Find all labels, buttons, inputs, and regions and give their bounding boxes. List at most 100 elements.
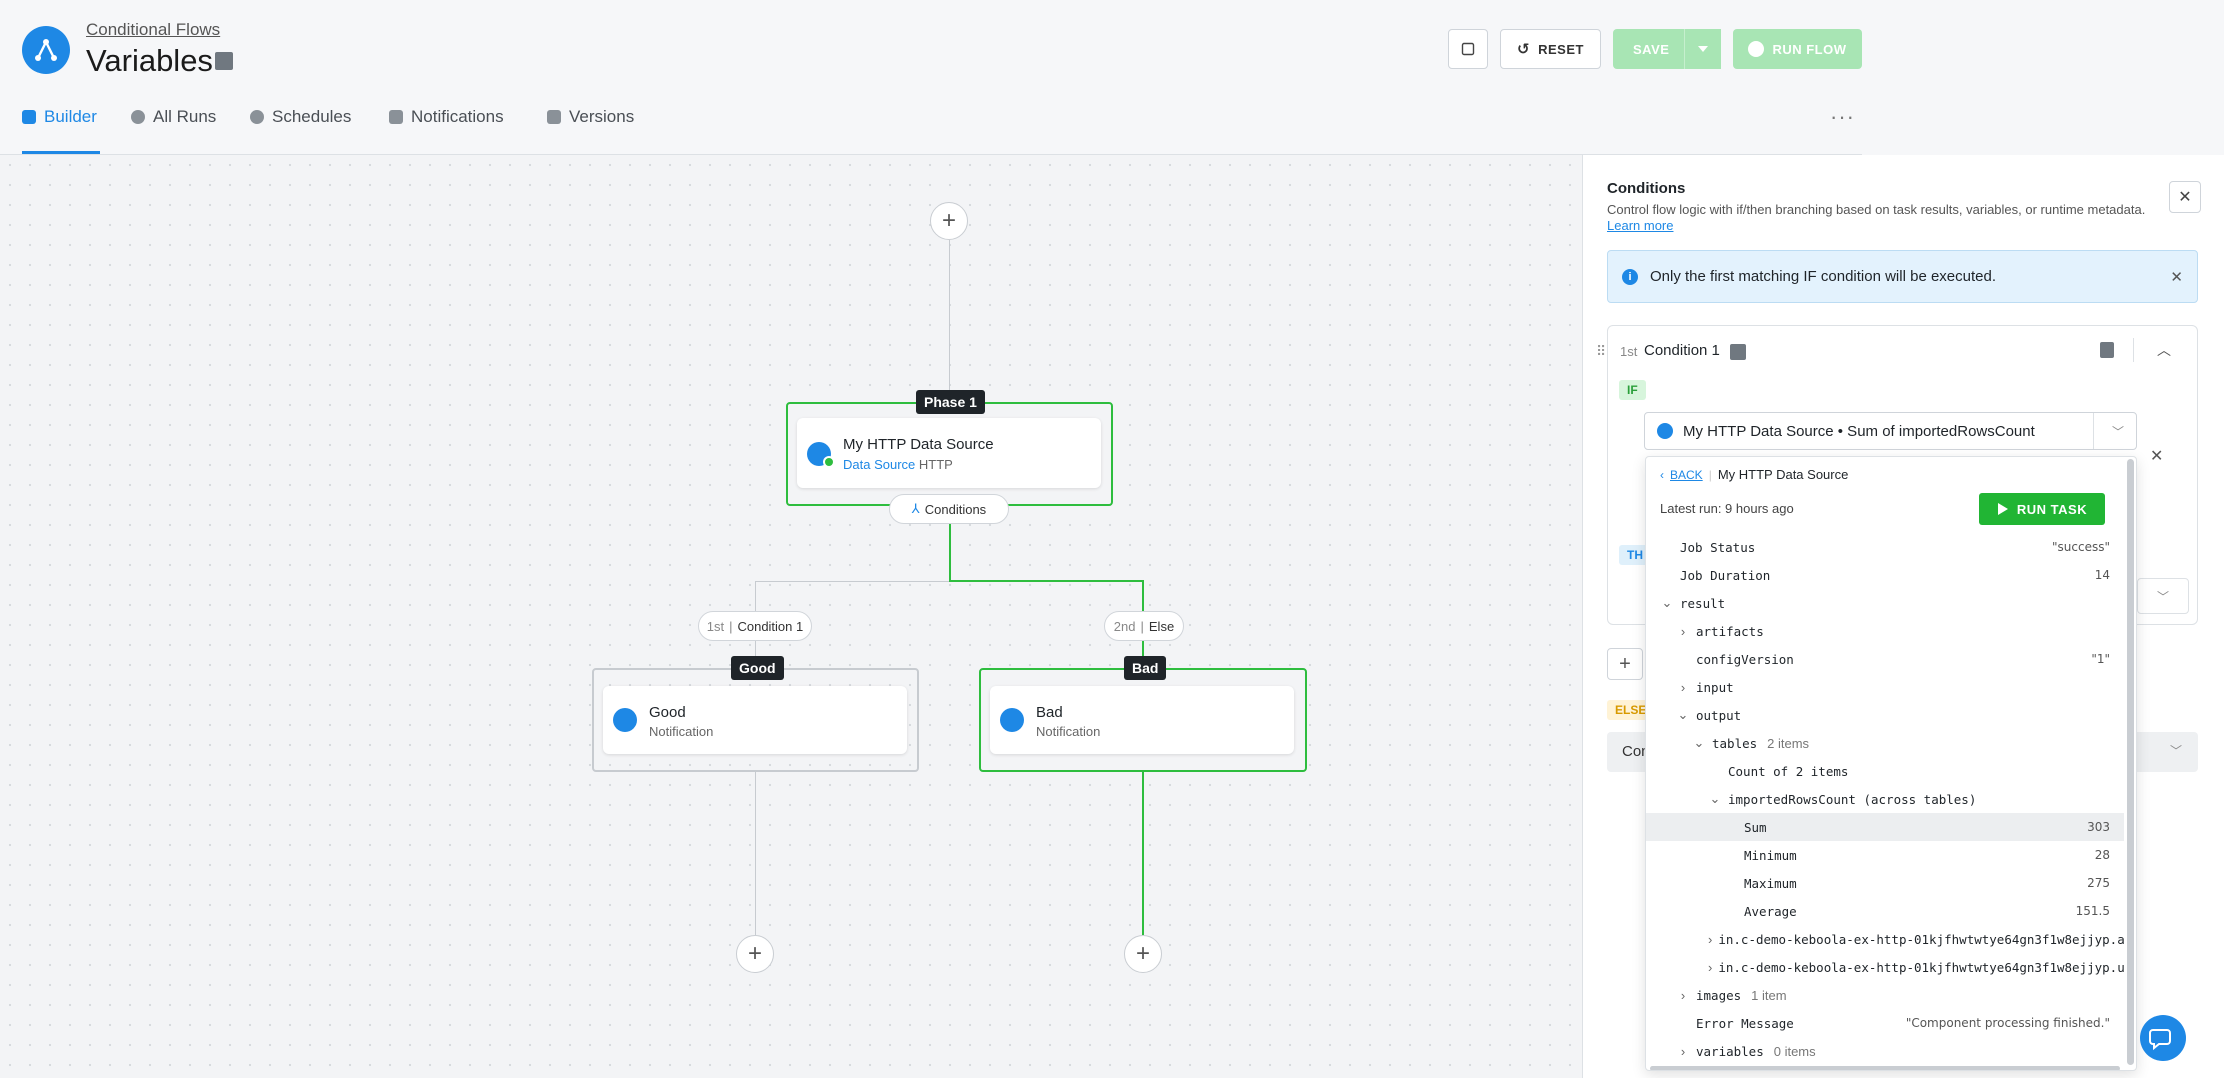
- chevron-right-icon: ›: [1680, 1043, 1686, 1059]
- close-icon[interactable]: ✕: [2170, 268, 2183, 286]
- header: [0, 0, 2224, 155]
- tab-all-runs[interactable]: All Runs: [131, 107, 216, 127]
- alarm-icon: [389, 110, 403, 124]
- remove-condition-icon[interactable]: ✕: [2150, 446, 2163, 466]
- chevron-right-icon: ›: [1708, 931, 1713, 947]
- add-after-good-button[interactable]: +: [736, 935, 774, 973]
- task-subtitle: Data Source HTTP: [843, 457, 953, 472]
- tree-row-maximum[interactable]: Maximum 275: [1646, 869, 2124, 897]
- tree-row-output[interactable]: ⌄ output: [1646, 701, 2124, 729]
- chevron-right-icon: ›: [1680, 623, 1686, 639]
- good-notification-task[interactable]: Good Notification: [603, 686, 907, 754]
- tree-row-table-1[interactable]: › in.c-demo-keboola-ex-http-01kjfhwtwtye6…: [1646, 925, 2124, 953]
- branch-line-right: [949, 580, 1144, 582]
- tree-row-imported-rows[interactable]: ⌄ importedRowsCount (across tables): [1646, 785, 2124, 813]
- task-title: My HTTP Data Source: [843, 436, 994, 453]
- tree-row-average[interactable]: Average 151.5: [1646, 897, 2124, 925]
- note-icon: [1461, 42, 1475, 56]
- add-phase-top-button[interactable]: +: [930, 202, 968, 240]
- run-task-button[interactable]: RUN TASK: [1979, 493, 2105, 525]
- condition-source-select[interactable]: My HTTP Data Source • Sum of importedRow…: [1644, 412, 2137, 450]
- connector-line: [755, 772, 756, 935]
- tree-row-variables[interactable]: › variables 0 items: [1646, 1037, 2124, 1065]
- tree-row-tables[interactable]: ⌄ tables 2 items: [1646, 729, 2124, 757]
- panel-title: Conditions: [1607, 180, 1686, 197]
- builder-icon: [22, 110, 36, 124]
- close-icon: ✕: [2178, 189, 2192, 206]
- tree-row-artifacts[interactable]: › artifacts: [1646, 617, 2124, 645]
- chevron-down-icon: ⌄: [1709, 791, 1721, 806]
- chevron-down-icon: ⌄: [1677, 707, 1689, 722]
- tree-row-error-message[interactable]: Error Message "Component processing finis…: [1646, 1009, 2124, 1037]
- http-data-source-task[interactable]: My HTTP Data Source Data Source HTTP: [797, 418, 1101, 488]
- add-after-bad-button[interactable]: +: [1124, 935, 1162, 973]
- info-alert: i Only the first matching IF condition w…: [1607, 250, 2198, 303]
- edit-icon[interactable]: [1730, 344, 1746, 360]
- branch-line-left: [755, 581, 950, 582]
- chevron-up-icon[interactable]: ︿: [2157, 340, 2171, 360]
- conditions-pill[interactable]: ⅄ Conditions: [889, 494, 1009, 524]
- connector-line: [1142, 772, 1144, 935]
- chevron-down-icon[interactable]: ﹀: [2170, 742, 2182, 759]
- then-select-chevron[interactable]: ﹀: [2137, 578, 2189, 614]
- run-flow-button[interactable]: RUN FLOW: [1733, 29, 1862, 69]
- note-button[interactable]: [1448, 29, 1488, 69]
- chat-support-button[interactable]: [2140, 1015, 2186, 1061]
- tree-row-minimum[interactable]: Minimum 28: [1646, 841, 2124, 869]
- vertical-scrollbar[interactable]: [2127, 459, 2134, 1065]
- add-condition-button[interactable]: +: [1607, 648, 1643, 680]
- learn-more-link[interactable]: Learn more: [1607, 218, 1673, 233]
- tree-row-input[interactable]: › input: [1646, 673, 2124, 701]
- reset-button[interactable]: ↺ RESET: [1500, 29, 1601, 69]
- data-source-icon: [1657, 423, 1673, 439]
- tree-row-config-version[interactable]: configVersion "1": [1646, 645, 2124, 673]
- close-panel-button[interactable]: ✕: [2169, 181, 2201, 213]
- trash-icon[interactable]: [2100, 342, 2114, 358]
- chevron-down-icon: ﹀: [2111, 424, 2124, 439]
- back-chevron-icon[interactable]: ‹: [1660, 468, 1664, 482]
- tree-row-job-duration[interactable]: Job Duration 14: [1646, 561, 2124, 589]
- bell-icon: [1000, 708, 1024, 732]
- conditions-icon: ⅄: [911, 501, 920, 516]
- branch-connector: [949, 524, 951, 581]
- chat-icon: [2149, 1029, 2171, 1051]
- save-dropdown-button[interactable]: [1684, 29, 1720, 69]
- run-flow-label: RUN FLOW: [1772, 41, 1847, 57]
- breadcrumb[interactable]: Conditional Flows: [86, 20, 220, 40]
- branch-else-pill[interactable]: 2nd | Else: [1104, 611, 1184, 641]
- tree-row-count[interactable]: Count of 2 items: [1646, 757, 2124, 785]
- popup-breadcrumb: ‹ BACK | My HTTP Data Source: [1660, 467, 1849, 482]
- bad-phase-label: Bad: [1124, 656, 1167, 680]
- tree-row-job-status[interactable]: Job Status "success": [1646, 533, 2124, 561]
- edit-icon[interactable]: [215, 52, 233, 70]
- play-icon: [1748, 41, 1765, 57]
- tab-versions[interactable]: Versions: [547, 107, 634, 127]
- play-icon: [1997, 503, 2008, 515]
- tab-notifications[interactable]: Notifications: [389, 107, 504, 127]
- divider: [2133, 338, 2134, 362]
- reset-icon: ↺: [1517, 41, 1531, 58]
- more-options-icon[interactable]: ···: [1830, 104, 1855, 130]
- info-icon: i: [1622, 268, 1638, 285]
- schedule-icon: [250, 110, 264, 124]
- tab-schedules[interactable]: Schedules: [250, 107, 351, 127]
- if-badge: IF: [1619, 380, 1646, 400]
- tree-row-sum-selected[interactable]: Sum 303: [1646, 813, 2124, 841]
- back-link[interactable]: BACK: [1670, 468, 1703, 482]
- latest-run-text: Latest run: 9 hours ago: [1660, 501, 1794, 516]
- chevron-right-icon: ›: [1708, 959, 1713, 975]
- reset-label: RESET: [1538, 41, 1584, 57]
- tree-row-images[interactable]: › images 1 item: [1646, 981, 2124, 1009]
- tab-builder[interactable]: Builder: [22, 107, 97, 127]
- tree-row-result[interactable]: ⌄ result: [1646, 589, 2124, 617]
- tree-row-table-2[interactable]: › in.c-demo-keboola-ex-http-01kjfhwtwtye6…: [1646, 953, 2124, 981]
- success-check-icon: [823, 456, 835, 468]
- chevron-down-icon: ⌄: [1693, 735, 1705, 750]
- horizontal-scrollbar[interactable]: [1650, 1066, 2120, 1070]
- good-phase-label: Good: [731, 656, 784, 680]
- panel-description: Control flow logic with if/then branchin…: [1607, 202, 2146, 233]
- versions-icon: [547, 110, 561, 124]
- branch-condition-1-pill[interactable]: 1st | Condition 1: [698, 611, 812, 641]
- drag-handle-icon[interactable]: ⠿: [1596, 343, 1606, 360]
- bad-notification-task[interactable]: Bad Notification: [990, 686, 1294, 754]
